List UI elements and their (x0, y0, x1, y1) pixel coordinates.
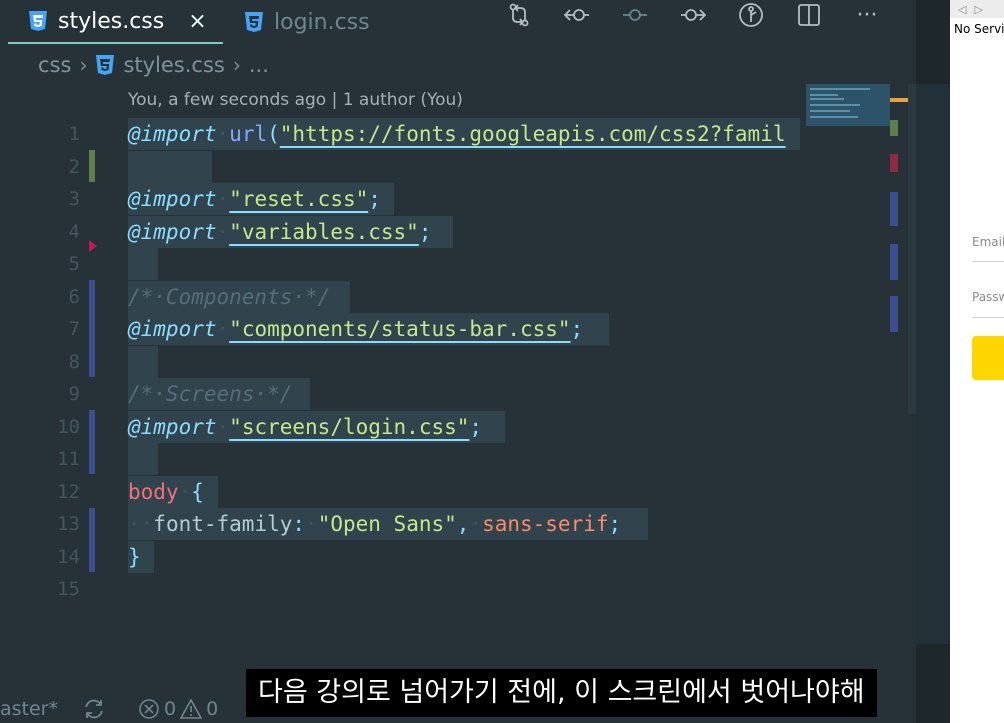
line-number: 14 (57, 545, 80, 568)
code-line-10[interactable]: @import·"screens/login.css"; (128, 411, 482, 443)
vertical-scrollbar[interactable] (908, 84, 916, 414)
code-line-12[interactable]: body·{ (128, 476, 204, 508)
go-forward-icon[interactable] (664, 0, 722, 30)
git-deleted-marker[interactable] (89, 240, 97, 252)
commit-icon[interactable] (606, 0, 664, 30)
selection-highlight (128, 345, 158, 378)
editor-tab-bar: styles.css × login.css ··· (0, 0, 916, 44)
code-line-3[interactable]: @import·"reset.css"; (128, 183, 381, 215)
overview-ruler (890, 84, 914, 384)
chevron-right-icon: › (79, 53, 88, 77)
git-branch[interactable]: aster* (0, 694, 58, 723)
chevron-right-icon: › (232, 53, 241, 77)
more-icon[interactable]: ··· (838, 0, 896, 30)
password-field-underline[interactable] (972, 317, 1004, 318)
timeline-icon[interactable] (722, 0, 780, 30)
line-number: 2 (68, 155, 80, 178)
password-field-label: Password (972, 290, 1004, 304)
line-number: 1 (68, 123, 80, 145)
git-blame-annotation[interactable]: You, a few seconds ago | 1 author (You) (128, 90, 463, 110)
selection-highlight (128, 150, 212, 183)
css-file-icon (245, 12, 263, 32)
split-editor-icon[interactable] (780, 0, 838, 30)
code-line-4[interactable]: @import·"variables.css"; (128, 216, 431, 248)
source-control-icon[interactable] (490, 0, 548, 30)
error-count: 0 (164, 697, 177, 720)
git-modified-marker[interactable] (89, 280, 95, 377)
code-line-13[interactable]: ··font-family:·"Open Sans",·sans-serif; (128, 508, 621, 540)
line-number: 5 (68, 253, 80, 275)
code-line-6[interactable]: /*·Components·*/ (128, 281, 330, 313)
back-icon[interactable]: ◁ (958, 3, 966, 16)
line-number: 6 (68, 285, 80, 308)
simulator-toolbar: ◁ ▷ (950, 0, 1004, 18)
breadcrumb: css › styles.css › ... (38, 50, 269, 80)
code-line-7[interactable]: @import·"components/status-bar.css"; (128, 313, 583, 345)
close-icon[interactable]: × (188, 9, 206, 34)
code-editor[interactable]: You, a few seconds ago | 1 author (You) … (0, 84, 916, 664)
tab-label: styles.css (58, 8, 165, 34)
minimap[interactable] (806, 84, 890, 126)
code-line-1[interactable]: @import·url("https://fonts.googleapis.co… (128, 118, 786, 150)
preview-divider (916, 84, 950, 644)
email-field-underline[interactable] (972, 261, 1004, 262)
git-modified-marker[interactable] (89, 508, 95, 572)
breadcrumb-more[interactable]: ... (249, 53, 269, 77)
go-back-icon[interactable] (548, 0, 606, 30)
tab-login-css[interactable]: login.css (244, 0, 370, 44)
line-number: 15 (57, 578, 80, 600)
line-number: 3 (68, 188, 80, 210)
breadcrumb-file[interactable]: styles.css (123, 53, 224, 77)
sync-icon[interactable] (82, 694, 106, 723)
line-number: 7 (68, 318, 80, 340)
code-line-14[interactable]: } (128, 541, 141, 573)
line-number: 13 (57, 513, 80, 535)
login-button[interactable] (972, 336, 1004, 380)
selection-highlight (128, 443, 158, 475)
email-field-label: Email (972, 235, 1004, 249)
warning-icon (180, 697, 203, 719)
forward-icon[interactable]: ▷ (974, 3, 982, 16)
line-number: 9 (68, 383, 80, 405)
tab-styles-css[interactable]: styles.css × (8, 0, 223, 44)
git-modified-marker[interactable] (89, 410, 95, 474)
warning-count: 0 (206, 697, 219, 720)
editor-actions: ··· (490, 0, 896, 30)
git-added-marker[interactable] (89, 150, 95, 182)
selection-highlight (128, 248, 158, 280)
simulator-carrier-status: No Service (954, 22, 1004, 36)
css-file-icon (96, 55, 115, 75)
problems-indicator[interactable]: 0 0 (138, 694, 218, 723)
line-number: 8 (68, 350, 80, 373)
video-subtitle: 다음 강의로 넘어가기 전에, 이 스크린에서 벗어나야해 (246, 669, 877, 717)
error-icon (139, 698, 159, 719)
line-number: 11 (57, 448, 80, 470)
line-number: 10 (57, 415, 80, 438)
code-line-9[interactable]: /*·Screens·*/ (128, 378, 292, 410)
line-number: 4 (68, 220, 80, 243)
simulator-screen[interactable]: ◁ ▷ No Service Email Password (950, 0, 1004, 723)
css-file-icon (29, 11, 47, 31)
tab-label: login.css (274, 9, 370, 35)
line-number: 12 (57, 480, 80, 503)
breadcrumb-folder[interactable]: css (38, 53, 71, 77)
